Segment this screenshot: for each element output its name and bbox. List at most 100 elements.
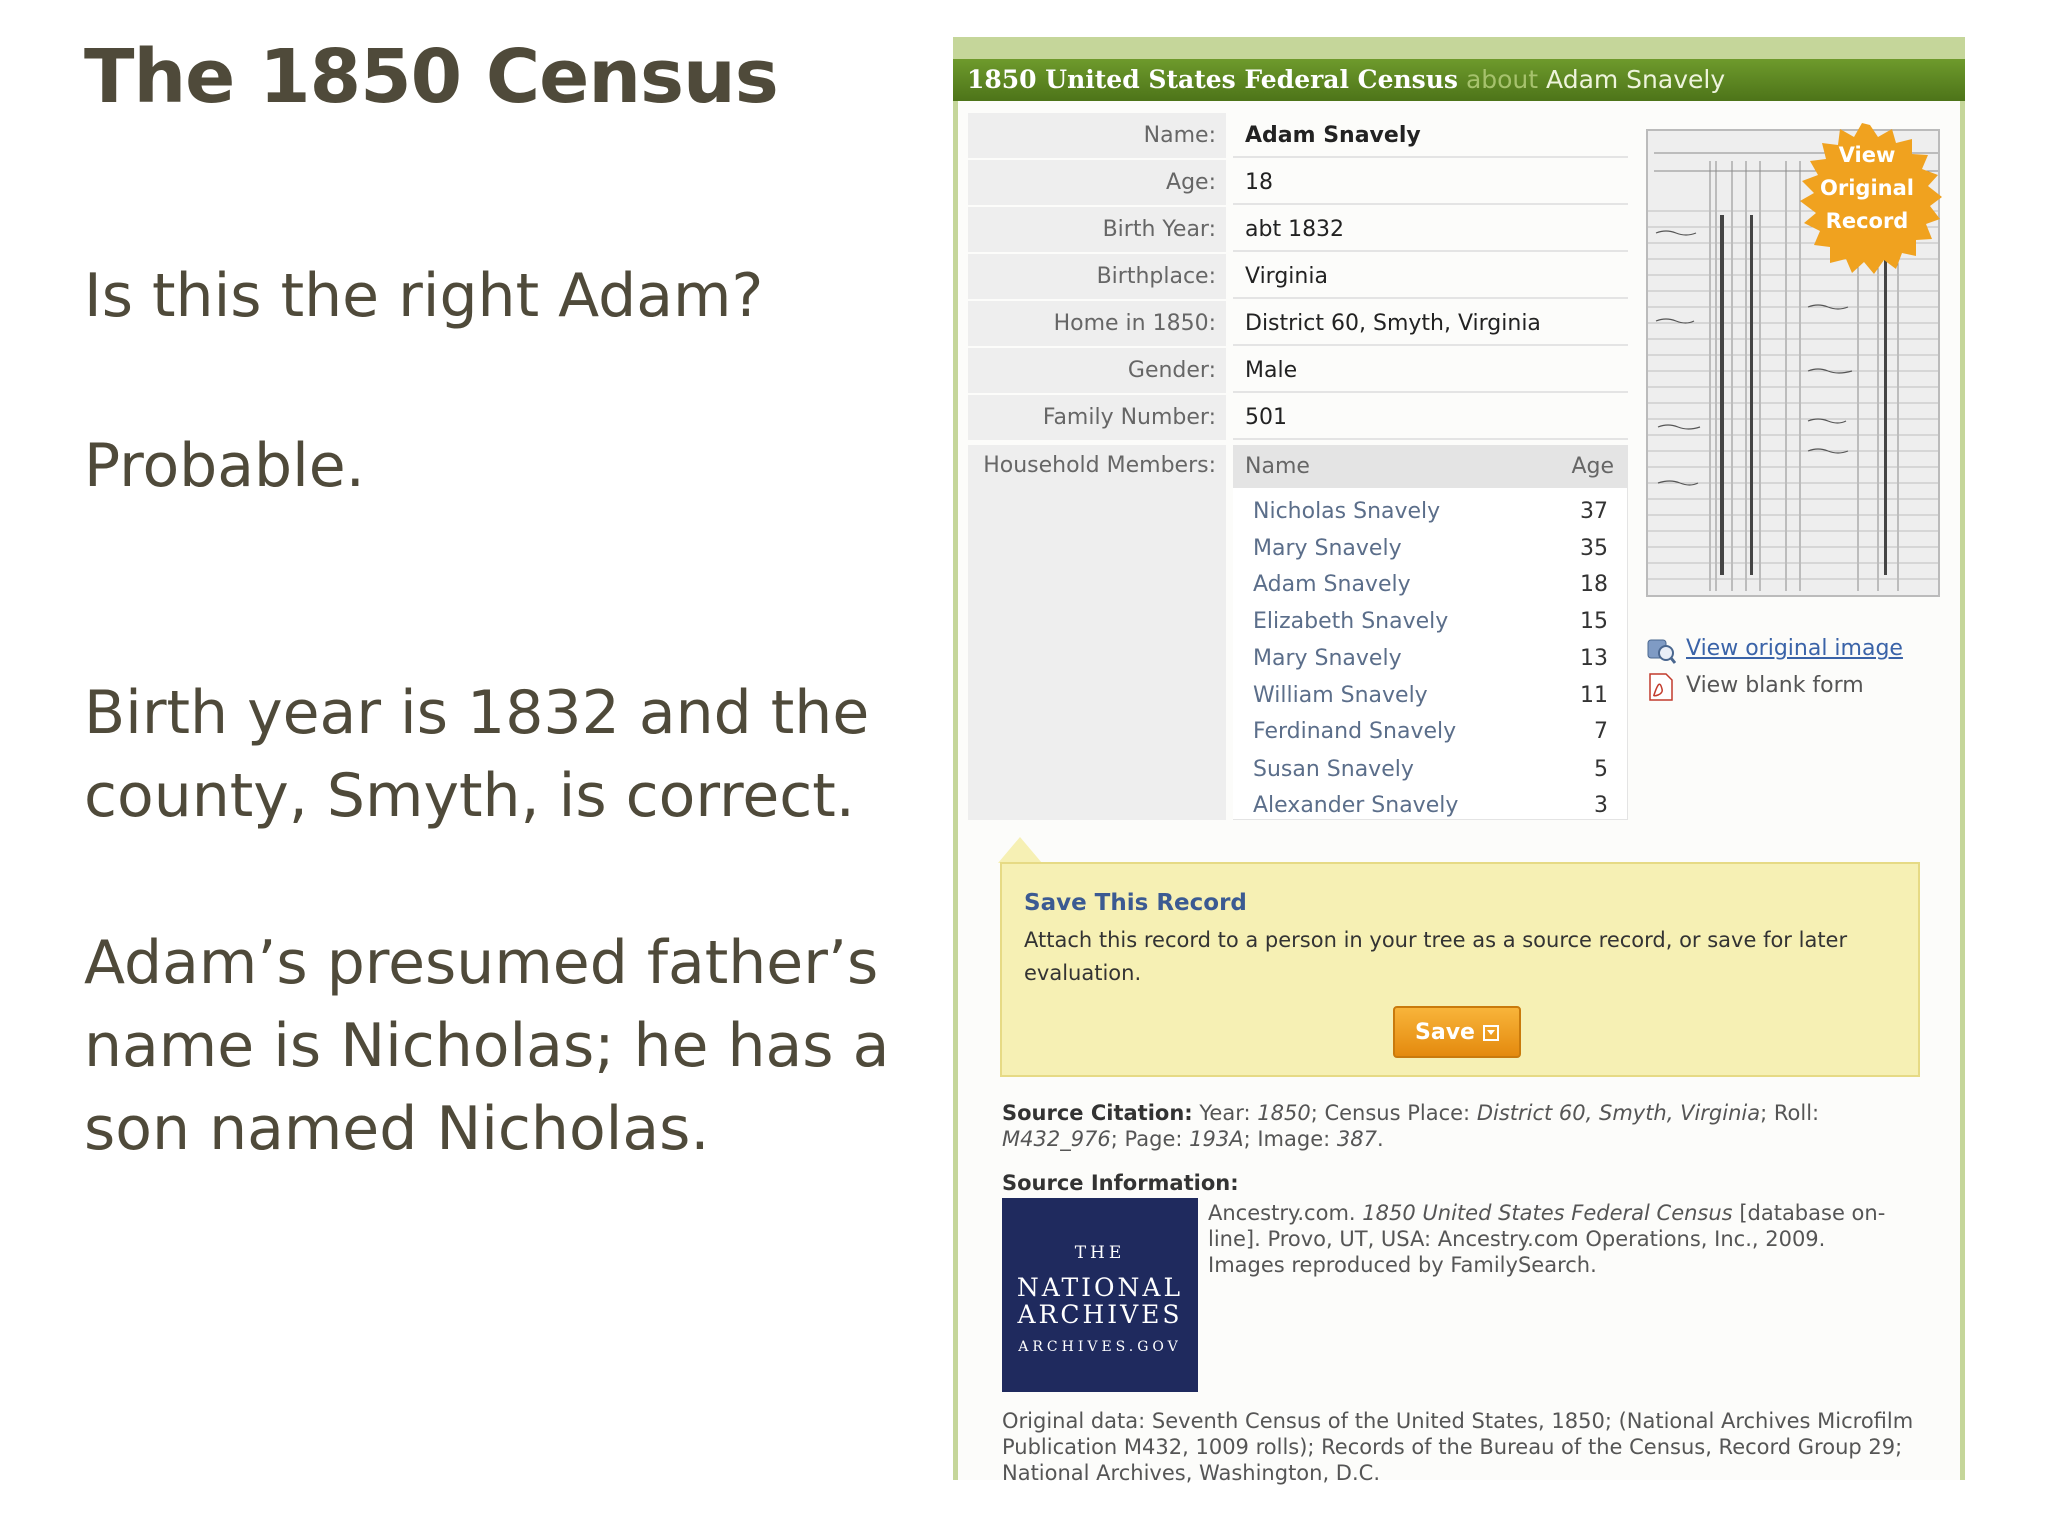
field-row-gender: Gender: Male [968,348,1628,393]
slide-question: Is this the right Adam? [84,261,764,331]
member-name[interactable]: Mary Snavely [1253,531,1402,567]
member-name[interactable]: Ferdinand Snavely [1253,714,1456,750]
field-label: Birthplace: [968,254,1226,299]
member-age: 37 [1580,499,1608,524]
field-row-birthplace: Birthplace: Virginia [968,254,1628,299]
save-button-label[interactable]: Save [1415,1020,1475,1045]
pdf-icon [1649,673,1673,701]
save-dropdown-icon[interactable] [1482,1024,1499,1041]
view-blank-form-label[interactable]: View blank form [1686,671,1864,701]
source-citation-label: Source Citation: [1002,1101,1193,1125]
field-label: Name: [968,113,1226,158]
slide-title: The 1850 Census [84,34,779,120]
member-age: 11 [1580,683,1608,708]
field-value: Adam Snavely [1233,113,1628,158]
save-box-pointer [998,837,1042,863]
citation-roll-label: ; Roll: [1760,1101,1820,1125]
household-list: Nicholas Snavely 37 Mary Snavely 35 Adam… [1233,488,1628,820]
field-value: Male [1233,348,1628,393]
source-information-text: Ancestry.com. 1850 United States Federal… [1208,1200,1908,1278]
citation-image-label: ; Image: [1243,1127,1331,1151]
household-row[interactable]: Alexander Snavely 3 [1233,788,1628,824]
member-name[interactable]: Alexander Snavely [1253,788,1458,824]
household-col-name: Name [1245,454,1310,479]
member-age: 35 [1580,536,1608,561]
national-archives-logo: THE NATIONAL ARCHIVES ARCHIVES.GOV [1002,1198,1198,1392]
field-row-home: Home in 1850: District 60, Smyth, Virgin… [968,301,1628,346]
badge-line-view[interactable]: View [1792,139,1942,172]
field-label: Home in 1850: [968,301,1226,346]
member-age: 15 [1580,609,1608,634]
source-information-label: Source Information: [1002,1171,1239,1195]
field-value: 501 [1233,395,1628,440]
badge-line-record[interactable]: Record [1792,205,1942,238]
slide-answer: Probable. [84,431,365,501]
save-record-description: Attach this record to a person in your t… [1024,928,1848,985]
source-citation: Source Citation: Year: 1850; Census Plac… [1002,1100,1902,1152]
source-info-db-title: 1850 United States Federal Census [1362,1201,1733,1225]
member-name[interactable]: Mary Snavely [1253,641,1402,677]
member-age: 3 [1594,793,1608,818]
record-header: 1850 United States Federal Census about … [953,59,1965,101]
citation-place: District 60, Smyth, Virginia [1476,1101,1761,1125]
member-name[interactable]: William Snavely [1253,678,1428,714]
member-age: 13 [1580,646,1608,671]
household-row[interactable]: Adam Snavely 18 [1233,567,1628,603]
member-age: 5 [1594,757,1608,782]
citation-page-label: ; Page: [1110,1127,1183,1151]
field-row-family-number: Family Number: 501 [968,395,1628,440]
field-label: Birth Year: [968,207,1226,252]
citation-year-label: Year: [1199,1101,1251,1125]
save-button[interactable]: Save [1393,1006,1521,1058]
census-record-panel: 1850 United States Federal Census about … [953,37,1965,1485]
citation-end: . [1377,1127,1384,1151]
source-info-pre: Ancestry.com. [1208,1201,1356,1225]
member-name[interactable]: Nicholas Snavely [1253,494,1440,530]
field-label: Gender: [968,348,1226,393]
view-original-image-label[interactable]: View original image [1686,634,1903,664]
slide-birth-note: Birth year is 1832 and the county, Smyth… [84,678,870,831]
citation-page: 193A [1189,1127,1244,1151]
original-data-text: Original data: Seventh Census of the Uni… [1002,1409,1914,1485]
household-row[interactable]: Susan Snavely 5 [1233,752,1628,788]
field-value: Virginia [1233,254,1628,299]
panel-top-bar [953,37,1965,59]
household-row[interactable]: Mary Snavely 35 [1233,531,1628,567]
household-row[interactable]: William Snavely 11 [1233,678,1628,714]
slide-father-note: Adam’s presumed father’s name is Nichola… [84,928,890,1164]
household-row[interactable]: Nicholas Snavely 37 [1233,494,1628,530]
field-value: 18 [1233,160,1628,205]
record-header-title: 1850 United States Federal Census [967,65,1458,94]
field-value: abt 1832 [1233,207,1628,252]
member-name[interactable]: Susan Snavely [1253,752,1414,788]
member-name[interactable]: Elizabeth Snavely [1253,604,1448,640]
household-row[interactable]: Elizabeth Snavely 15 [1233,604,1628,640]
nara-logo-archives: ARCHIVES [1017,1300,1183,1329]
save-record-title: Save This Record [1024,890,1247,916]
citation-year: 1850 [1257,1101,1311,1125]
member-name[interactable]: Adam Snavely [1253,567,1411,603]
household-header: Name Age [1233,445,1628,488]
nara-logo-gov: ARCHIVES.GOV [1018,1339,1182,1355]
member-age: 7 [1594,719,1608,744]
record-header-about: about [1465,65,1539,94]
citation-place-label: ; Census Place: [1310,1101,1471,1125]
nara-logo-the: THE [1074,1243,1126,1263]
household-row[interactable]: Mary Snavely 13 [1233,641,1628,677]
badge-text[interactable]: View Original Record [1792,139,1942,238]
field-row-name: Name: Adam Snavely [968,113,1628,158]
save-record-box: Save This Record Attach this record to a… [1000,862,1920,1077]
record-header-name: Adam Snavely [1546,65,1726,94]
member-age: 18 [1580,572,1608,597]
citation-image: 387 [1336,1127,1377,1151]
field-value: District 60, Smyth, Virginia [1233,301,1628,346]
nara-logo-national: NATIONAL [1016,1273,1184,1302]
field-row-age: Age: 18 [968,160,1628,205]
household-col-age: Age [1571,454,1614,479]
household-label: Household Members: [968,445,1226,820]
citation-roll: M432_976 [1002,1127,1111,1151]
badge-line-original[interactable]: Original [1792,172,1942,205]
field-label: Family Number: [968,395,1226,440]
household-row[interactable]: Ferdinand Snavely 7 [1233,714,1628,750]
field-label: Age: [968,160,1226,205]
